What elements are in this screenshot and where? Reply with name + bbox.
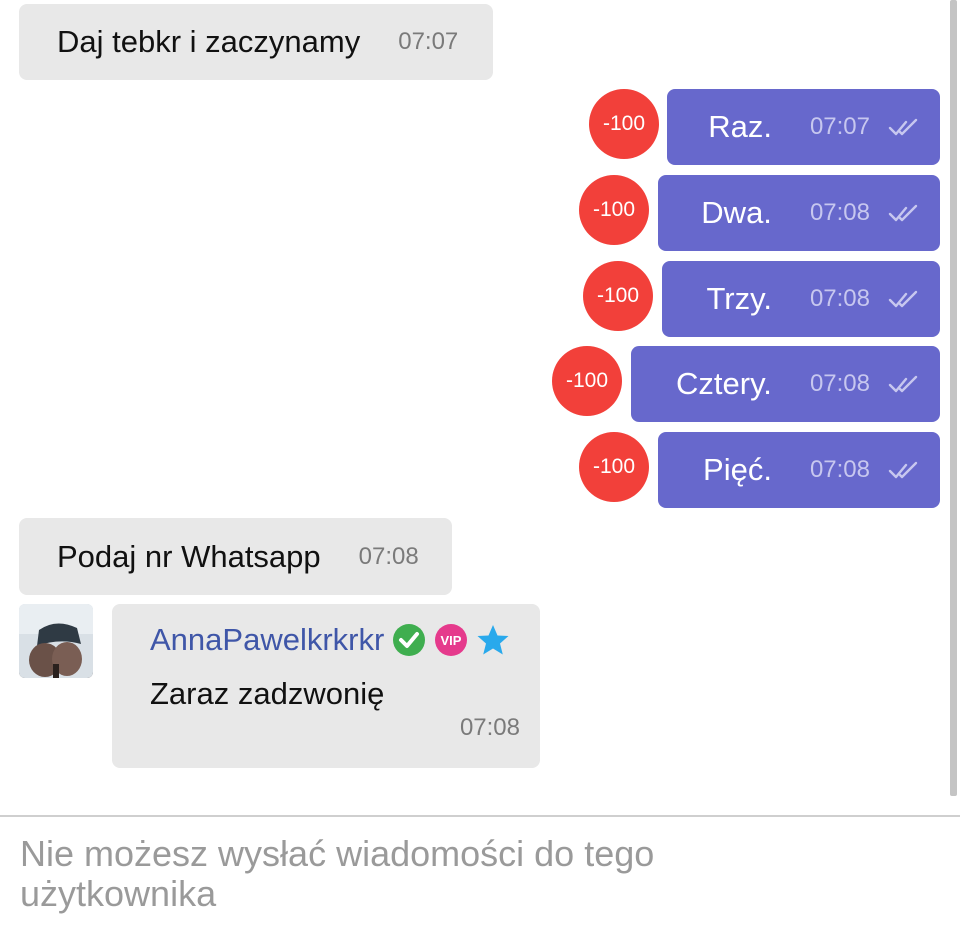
- minus-badge: -100: [579, 175, 649, 245]
- message-list[interactable]: Daj tebkr i zaczynamy 07:07 -100 Raz. 07…: [0, 0, 960, 815]
- star-icon: [477, 625, 509, 655]
- outgoing-message[interactable]: Pięć. 07:08: [658, 432, 940, 508]
- message-time: 07:08: [809, 199, 870, 226]
- incoming-message[interactable]: Daj tebkr i zaczynamy 07:07: [19, 4, 493, 80]
- message-time: 07:08: [809, 370, 870, 397]
- message-time: 07:08: [809, 285, 870, 312]
- double-check-icon: [888, 461, 918, 479]
- message-text: Trzy.: [706, 281, 772, 316]
- outgoing-message[interactable]: Trzy. 07:08: [662, 261, 940, 337]
- sender-row: AnnaPawelkrkrkr VIP: [150, 622, 518, 658]
- vip-label: VIP: [441, 633, 462, 648]
- avatar-photo: [19, 604, 93, 678]
- sender-badges: VIP: [392, 623, 518, 657]
- message-time: 07:07: [809, 113, 870, 140]
- message-time: 07:08: [358, 542, 419, 570]
- cannot-message-notice: Nie możesz wysłać wiadomości do tego uży…: [20, 833, 655, 914]
- double-check-icon: [888, 118, 918, 136]
- double-check-icon: [888, 375, 918, 393]
- outgoing-message[interactable]: Cztery. 07:08: [631, 346, 940, 422]
- message-time: 07:08: [809, 456, 870, 483]
- group-message[interactable]: AnnaPawelkrkrkr VIP Zaraz zadzwonię 07:0…: [112, 604, 540, 768]
- outgoing-message[interactable]: Dwa. 07:08: [658, 175, 940, 251]
- message-text: Cztery.: [676, 366, 772, 401]
- message-text: Daj tebkr i zaczynamy: [57, 24, 361, 59]
- double-check-icon: [888, 204, 918, 222]
- message-text: Podaj nr Whatsapp: [57, 538, 321, 574]
- minus-badge: -100: [579, 432, 649, 502]
- divider: [0, 815, 960, 817]
- message-text: Zaraz zadzwonię: [150, 676, 385, 711]
- sender-avatar[interactable]: [19, 604, 93, 678]
- verified-check-icon: [393, 624, 426, 656]
- message-time: 07:08: [459, 714, 520, 741]
- minus-badge: -100: [552, 346, 622, 416]
- outgoing-message[interactable]: Raz. 07:07: [667, 89, 940, 165]
- scrollbar[interactable]: [950, 0, 957, 796]
- minus-badge: -100: [583, 261, 653, 331]
- message-text: Pięć.: [703, 452, 772, 487]
- sender-name[interactable]: AnnaPawelkrkrkr: [150, 622, 384, 658]
- vip-icon: VIP: [435, 624, 468, 656]
- message-text: Raz.: [708, 109, 772, 144]
- chat-screen: Daj tebkr i zaczynamy 07:07 -100 Raz. 07…: [0, 0, 960, 933]
- message-time: 07:07: [398, 28, 459, 55]
- incoming-message[interactable]: Podaj nr Whatsapp 07:08: [19, 518, 452, 595]
- double-check-icon: [888, 290, 918, 308]
- message-text: Dwa.: [701, 195, 772, 230]
- minus-badge: -100: [589, 89, 659, 159]
